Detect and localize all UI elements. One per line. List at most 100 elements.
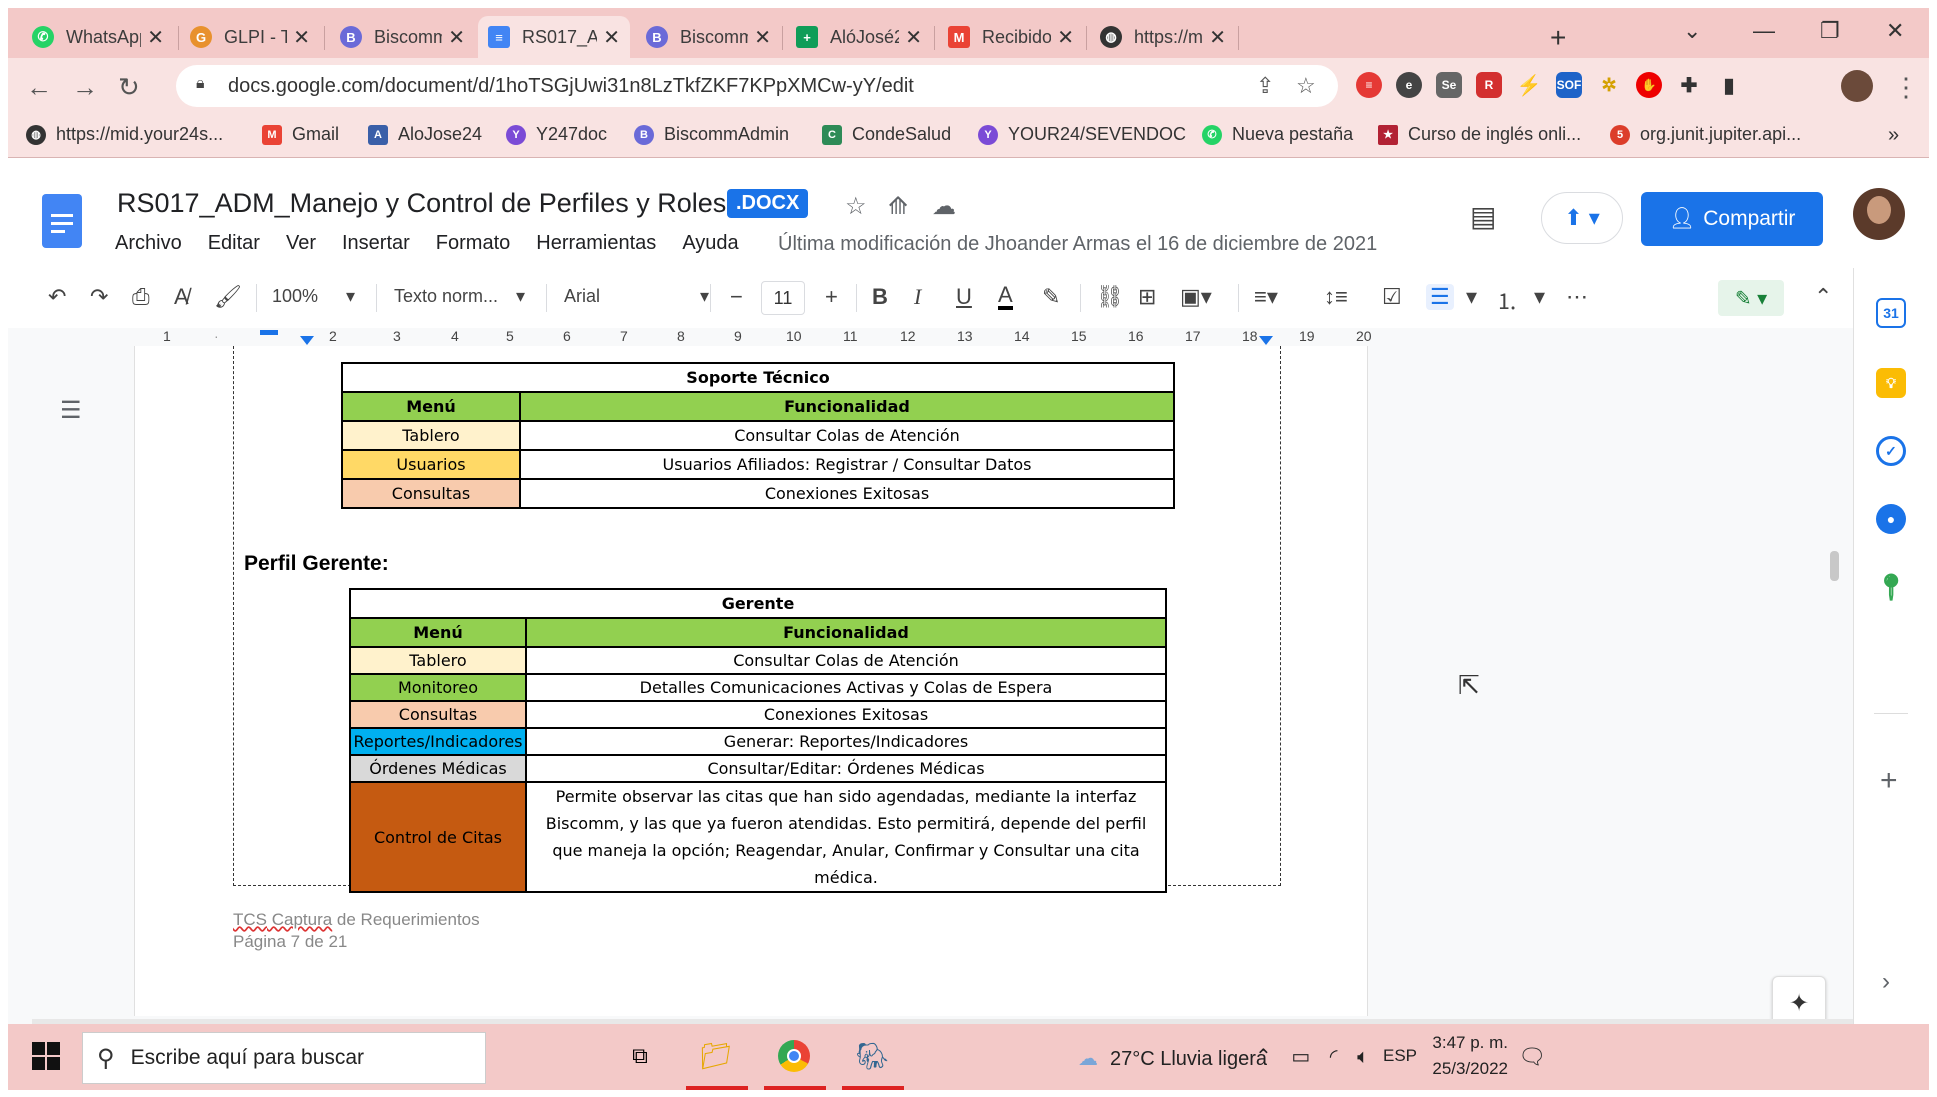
document-canvas[interactable]: ☰ Soporte Técnico Menú Funcionalidad Tab… bbox=[8, 346, 1862, 1030]
more-bookmarks-icon[interactable]: » bbox=[1888, 124, 1899, 147]
close-icon[interactable]: ✕ bbox=[754, 25, 771, 50]
adblock-icon[interactable]: ✋ bbox=[1636, 72, 1662, 98]
highlight-icon[interactable]: ✎ bbox=[1042, 284, 1060, 310]
bookmark-item[interactable]: Y YOUR24/SEVENDOC bbox=[978, 124, 1186, 145]
notification-icon[interactable]: 🗨︎ bbox=[1518, 1044, 1546, 1070]
link-icon[interactable]: ⛓︎ bbox=[1096, 284, 1124, 310]
extension-icon[interactable]: ✲ bbox=[1596, 72, 1622, 98]
close-icon[interactable]: ✕ bbox=[1209, 25, 1226, 50]
contacts-icon[interactable]: ● bbox=[1876, 504, 1906, 534]
first-line-indent-handle[interactable] bbox=[260, 330, 278, 335]
close-icon[interactable]: ✕ bbox=[147, 25, 164, 50]
postgresql-icon[interactable]: 🐘︎ bbox=[852, 1038, 892, 1074]
chevron-down-icon[interactable]: ▾ bbox=[1466, 284, 1477, 310]
bookmark-item[interactable]: 5 org.junit.jupiter.api... bbox=[1610, 124, 1801, 145]
task-view-icon[interactable]: ⧉ bbox=[620, 1038, 660, 1074]
bookmark-item[interactable]: B BiscommAdmin bbox=[634, 124, 789, 145]
collapse-menus-icon[interactable]: ⌃ bbox=[1814, 284, 1832, 310]
profile-avatar[interactable] bbox=[1841, 70, 1873, 102]
close-icon[interactable]: ✕ bbox=[603, 25, 620, 50]
more-options-icon[interactable]: ⋯ bbox=[1566, 284, 1588, 310]
comments-icon[interactable]: ▤ bbox=[1470, 200, 1496, 233]
back-button[interactable]: ← bbox=[26, 72, 52, 103]
tab-sheets[interactable]: + AlóJosé24 ( ✕ bbox=[786, 16, 932, 58]
extension-icon[interactable]: R bbox=[1476, 72, 1502, 98]
battery-icon[interactable]: ▭ bbox=[1291, 1046, 1310, 1068]
url-text[interactable]: docs.google.com/document/d/1hoTSGjUwi31n… bbox=[228, 75, 914, 98]
checklist-icon[interactable]: ☑ bbox=[1382, 284, 1402, 310]
selenium-icon[interactable]: Se bbox=[1436, 72, 1462, 98]
bookmark-item[interactable]: ★ Curso de inglés onli... bbox=[1378, 124, 1581, 145]
maps-icon[interactable]: 📍︎ bbox=[1875, 572, 1908, 602]
decrease-font-size-icon[interactable]: − bbox=[730, 284, 743, 310]
wifi-icon[interactable]: ◜ bbox=[1330, 1046, 1338, 1068]
star-icon[interactable]: ☆ bbox=[845, 192, 867, 221]
menu-archivo[interactable]: Archivo bbox=[115, 232, 182, 255]
close-icon[interactable]: ✕ bbox=[293, 25, 310, 50]
get-addons-icon[interactable]: + bbox=[1880, 764, 1898, 798]
reload-button[interactable]: ↻ bbox=[118, 72, 140, 103]
menu-ayuda[interactable]: Ayuda bbox=[682, 232, 738, 255]
menu-dots-icon[interactable]: ⋮ bbox=[1893, 72, 1919, 103]
minimize-button[interactable]: — bbox=[1753, 18, 1775, 44]
calendar-icon[interactable]: 31 bbox=[1876, 298, 1906, 328]
keep-icon[interactable]: 💡︎ bbox=[1876, 368, 1906, 398]
extension-icon[interactable]: ≡ bbox=[1356, 72, 1382, 98]
bookmark-item[interactable]: M Gmail bbox=[262, 124, 339, 145]
bookmark-item[interactable]: ✆ Nueva pestaña bbox=[1202, 124, 1353, 145]
menu-editar[interactable]: Editar bbox=[208, 232, 260, 255]
cloud-status-icon[interactable]: ☁︎ bbox=[932, 192, 956, 221]
tab-search-icon[interactable]: ⌄ bbox=[1683, 18, 1701, 44]
google-docs-logo-icon[interactable] bbox=[42, 194, 82, 248]
line-spacing-icon[interactable]: ↕≡ bbox=[1324, 284, 1348, 310]
bulleted-list-icon[interactable]: ☰ bbox=[1426, 284, 1454, 310]
bookmark-star-icon[interactable]: ☆ bbox=[1296, 73, 1316, 99]
chevron-down-icon[interactable]: ▾ bbox=[1534, 284, 1545, 310]
document-outline-icon[interactable]: ☰ bbox=[60, 396, 82, 425]
chevron-up-icon[interactable]: ⌃ bbox=[1255, 1046, 1272, 1068]
new-tab-button[interactable]: + bbox=[1550, 22, 1566, 54]
redo-icon[interactable]: ↷ bbox=[90, 284, 108, 310]
address-bar[interactable]: 🔒︎ docs.google.com/document/d/1hoTSGjUwi… bbox=[176, 65, 1338, 107]
vertical-scrollbar[interactable] bbox=[1830, 551, 1839, 581]
close-window-button[interactable]: ✕ bbox=[1886, 18, 1904, 44]
language-indicator[interactable]: ESP bbox=[1383, 1046, 1417, 1066]
bookmark-item[interactable]: Y Y247doc bbox=[506, 124, 607, 145]
tab-docs-active[interactable]: ≡ RS017_ADN ✕ bbox=[478, 16, 630, 58]
menu-herramientas[interactable]: Herramientas bbox=[536, 232, 656, 255]
chevron-right-icon[interactable]: › bbox=[1882, 968, 1890, 996]
bold-icon[interactable]: B bbox=[872, 284, 888, 310]
close-icon[interactable]: ✕ bbox=[1057, 25, 1074, 50]
move-to-folder-icon[interactable]: ⟰ bbox=[888, 192, 908, 221]
paint-format-icon[interactable]: 🖌︎ bbox=[214, 284, 242, 310]
document-page[interactable]: Soporte Técnico Menú Funcionalidad Table… bbox=[134, 346, 1368, 1016]
tab-glpi[interactable]: G GLPI - Ticke ✕ bbox=[180, 16, 320, 58]
menu-formato[interactable]: Formato bbox=[436, 232, 510, 255]
print-icon[interactable]: ⎙ bbox=[132, 284, 150, 310]
right-indent-handle[interactable] bbox=[1259, 336, 1273, 345]
forward-button[interactable]: → bbox=[72, 72, 98, 103]
chrome-icon[interactable] bbox=[774, 1038, 814, 1074]
share-button[interactable]: 👤︎ Compartir bbox=[1641, 192, 1823, 246]
font-size-input[interactable]: 11 bbox=[761, 281, 805, 315]
close-icon[interactable]: ✕ bbox=[448, 25, 465, 50]
undo-icon[interactable]: ↶ bbox=[48, 284, 66, 310]
numbered-list-icon[interactable]: ⒈ bbox=[1496, 284, 1518, 316]
restore-button[interactable]: ❐ bbox=[1820, 18, 1840, 44]
close-icon[interactable]: ✕ bbox=[905, 25, 922, 50]
windows-start-icon[interactable] bbox=[32, 1042, 60, 1070]
volume-icon[interactable]: 🔈︎ bbox=[1357, 1046, 1369, 1068]
editing-mode-button[interactable]: ✎ ▾ bbox=[1718, 280, 1784, 316]
align-icon[interactable]: ≡▾ bbox=[1254, 284, 1278, 310]
weather-widget[interactable]: ☁︎ 27°C Lluvia ligera bbox=[1078, 1046, 1267, 1071]
italic-icon[interactable]: I bbox=[914, 284, 921, 310]
document-title[interactable]: RS017_ADM_Manejo y Control de Perfiles y… bbox=[117, 188, 726, 219]
left-indent-handle[interactable] bbox=[300, 336, 314, 345]
file-explorer-icon[interactable]: 📁︎ bbox=[696, 1038, 736, 1074]
spellcheck-icon[interactable]: A̸ bbox=[174, 284, 189, 310]
text-color-icon[interactable]: A bbox=[998, 284, 1013, 310]
font-select[interactable]: Arial ▾ bbox=[564, 286, 709, 307]
puzzle-icon[interactable]: ✚ bbox=[1676, 72, 1702, 98]
tab-gmail[interactable]: M Recibidos ( ✕ bbox=[938, 16, 1084, 58]
extension-icon[interactable]: e bbox=[1396, 72, 1422, 98]
